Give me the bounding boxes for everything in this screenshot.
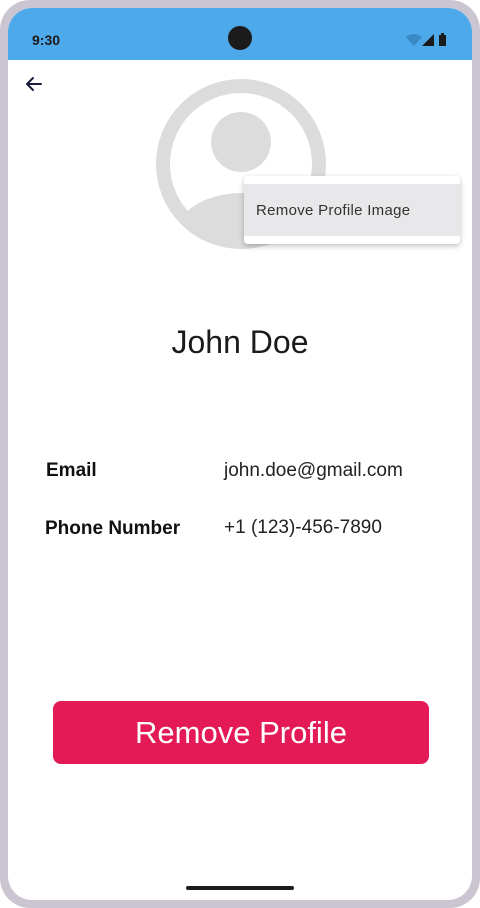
email-label: Email bbox=[46, 460, 97, 481]
phone-value: +1 (123)-456-7890 bbox=[224, 517, 382, 538]
status-icons bbox=[404, 32, 452, 48]
wifi-icon bbox=[406, 34, 422, 46]
email-value: john.doe@gmail.com bbox=[224, 460, 403, 481]
arrow-back-icon bbox=[26, 77, 42, 91]
camera-cutout bbox=[228, 26, 252, 50]
signal-icon bbox=[422, 34, 434, 46]
menu-item-remove-profile-image[interactable]: Remove Profile Image bbox=[244, 184, 460, 236]
status-time: 9:30 bbox=[32, 32, 61, 48]
status-bar: 9:30 bbox=[8, 8, 472, 60]
profile-name: John Doe bbox=[171, 324, 309, 360]
avatar-context-menu: Remove Profile Image bbox=[244, 176, 460, 244]
back-button[interactable] bbox=[20, 70, 48, 98]
phone-label: Phone Number bbox=[45, 518, 181, 539]
home-indicator bbox=[186, 886, 294, 890]
remove-profile-button[interactable]: Remove Profile bbox=[53, 701, 429, 764]
device-frame: 9:30 Remove Profile Image John Doe Email… bbox=[0, 0, 480, 908]
battery-icon bbox=[439, 33, 446, 46]
screen: 9:30 Remove Profile Image John Doe Email… bbox=[8, 8, 472, 900]
